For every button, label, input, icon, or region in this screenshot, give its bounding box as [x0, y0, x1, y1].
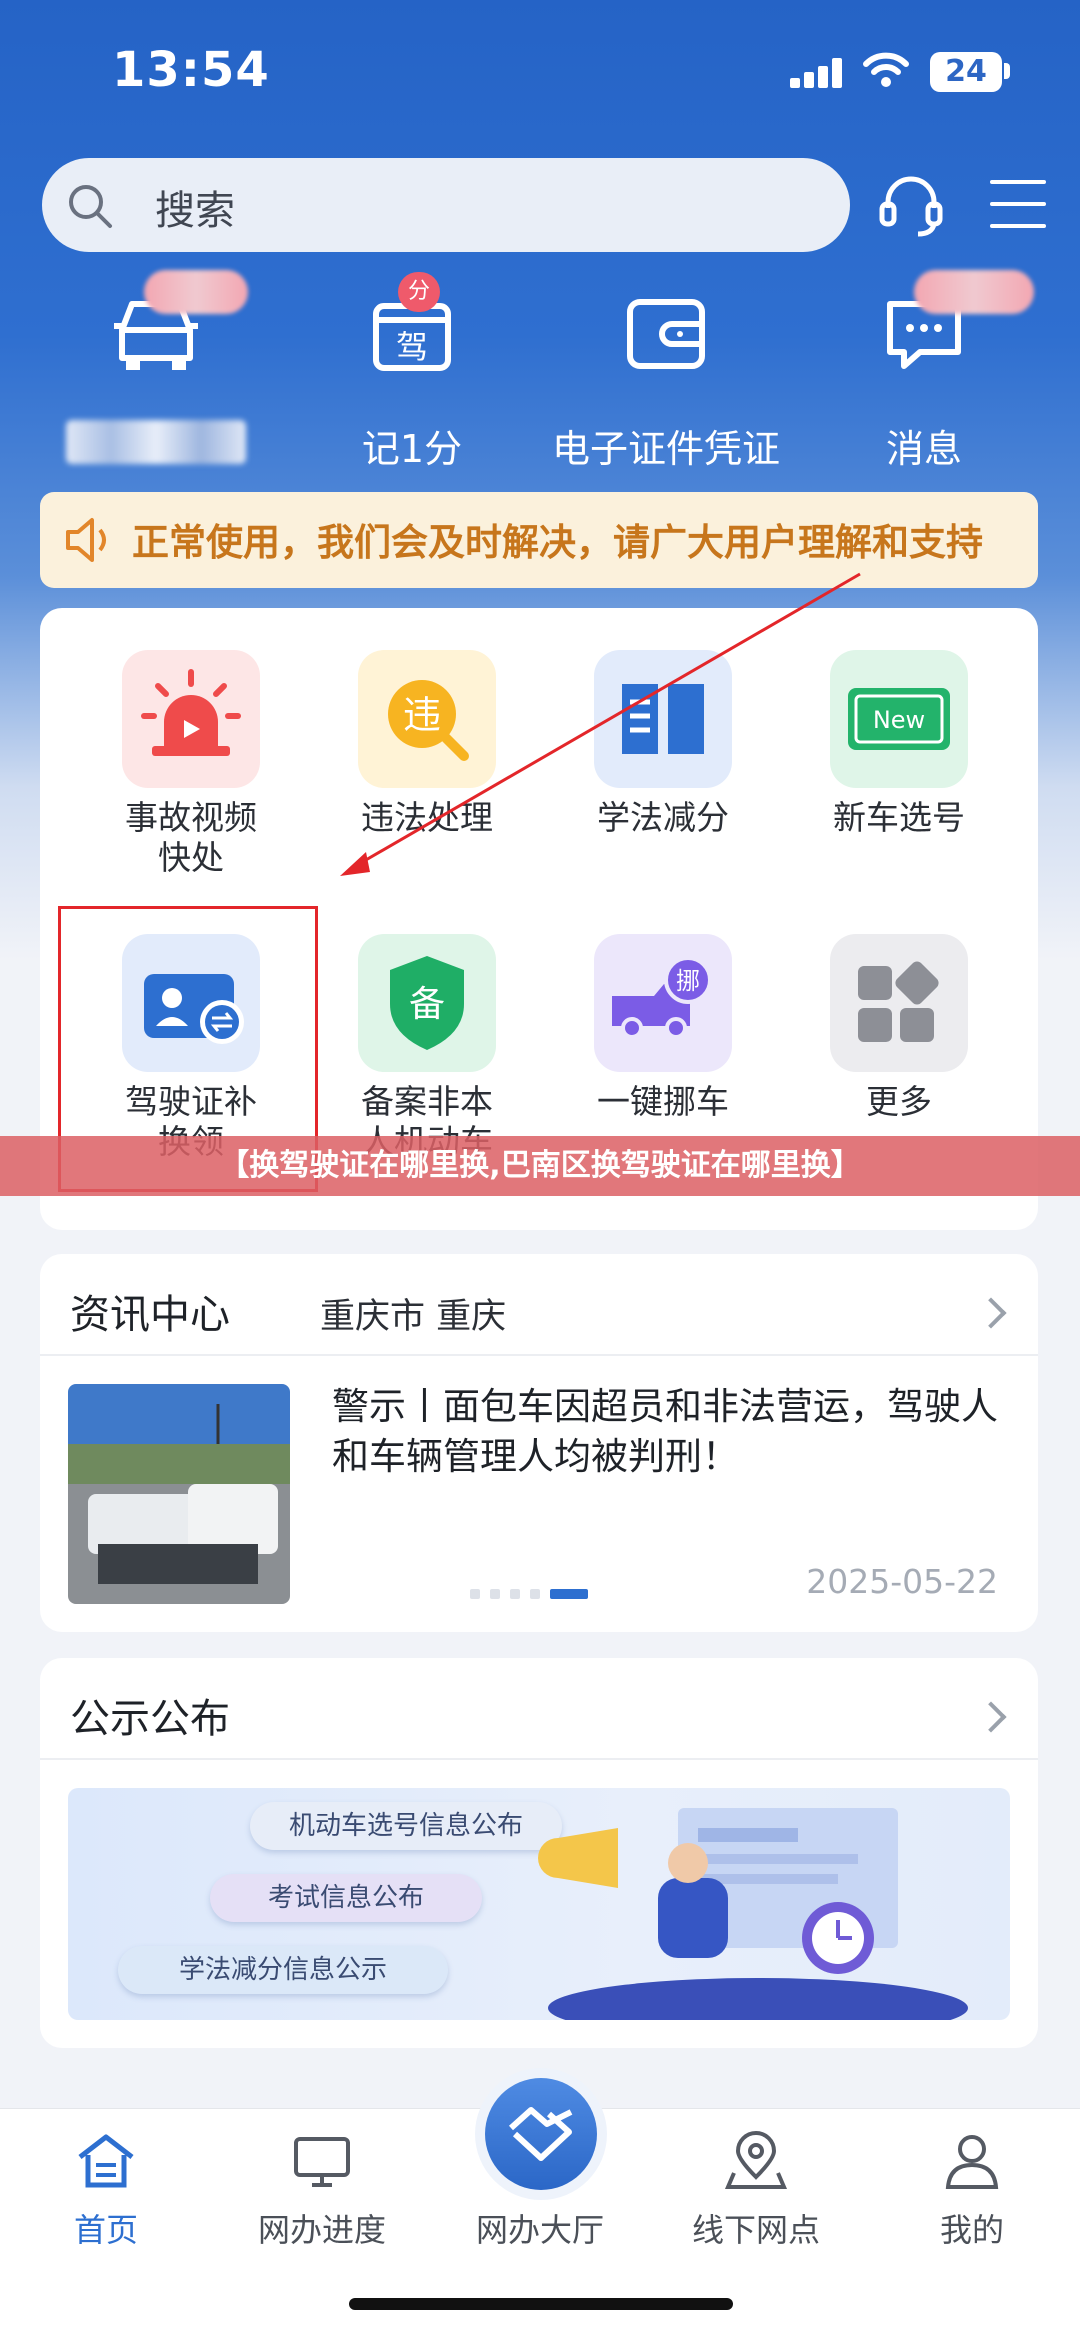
alarm-video-icon	[122, 650, 260, 788]
news-thumbnail[interactable]	[68, 1384, 290, 1604]
wifi-icon	[863, 52, 909, 87]
pill-plate-selection[interactable]: 机动车选号信息公布	[250, 1802, 562, 1850]
notification-badge	[144, 270, 248, 314]
svg-text:挪: 挪	[676, 967, 700, 995]
quick-entry-score[interactable]: 分 驾 记1分	[292, 270, 532, 471]
speaker-icon	[66, 518, 106, 562]
pill-exam-info[interactable]: 考试信息公布	[210, 1874, 482, 1922]
service-move-car[interactable]: 挪 一键挪车	[546, 934, 780, 1122]
headset-icon[interactable]	[876, 170, 946, 240]
tab-label: 我的	[939, 2211, 1004, 2249]
news-section-title: 资讯中心	[70, 1292, 230, 1338]
move-car-icon: 挪	[594, 934, 732, 1072]
status-bar: 13:54 24	[0, 0, 1080, 140]
online-hall-button[interactable]	[485, 2078, 597, 2190]
quick-entry-messages[interactable]: 消息	[804, 270, 1044, 471]
tab-home[interactable]: 首页	[6, 2129, 206, 2251]
monitor-icon	[294, 2137, 350, 2187]
tab-offline-points[interactable]: 线下网点	[656, 2129, 856, 2251]
service-study-deduct[interactable]: 学法减分	[546, 650, 780, 838]
svg-text:违: 违	[403, 693, 441, 737]
home-indicator	[349, 2298, 733, 2310]
tab-label: 首页	[73, 2211, 138, 2249]
service-label: 更多	[866, 1082, 932, 1121]
handshake-icon	[508, 2107, 573, 2161]
tab-label: 线下网点	[691, 2211, 820, 2249]
user-icon	[945, 2135, 999, 2189]
new-plate-icon: New	[830, 650, 968, 788]
home-icon	[78, 2134, 134, 2188]
service-record-vehicle[interactable]: 备 备案非本人机动车	[310, 934, 544, 1162]
announcement-card: 公示公布 机动车选号信息公布 考试信息公布 学法减分信息公示	[40, 1658, 1038, 2048]
announcement-banner[interactable]: 机动车选号信息公布 考试信息公布 学法减分信息公示	[68, 1788, 1010, 2020]
chevron-right-icon[interactable]	[975, 1701, 1007, 1733]
wallet-icon	[627, 299, 705, 369]
shield-record-icon: 备	[358, 934, 496, 1072]
notice-banner[interactable]: 正常使用，我们会及时解决，请广大用户理解和支持	[40, 492, 1038, 588]
score-badge: 分	[398, 272, 441, 312]
service-label: 学法减分	[597, 798, 729, 837]
service-more[interactable]: 更多	[782, 934, 1016, 1122]
announcement-section-title: 公示公布	[70, 1696, 230, 1742]
battery-indicator: 24	[930, 52, 1002, 92]
svg-text:驾: 驾	[396, 328, 428, 366]
chevron-right-icon[interactable]	[975, 1297, 1007, 1329]
menu-icon[interactable]	[990, 180, 1046, 228]
service-label: 违法处理	[361, 798, 493, 837]
tab-label: 网办进度	[257, 2211, 386, 2249]
announcement-illustration	[538, 1808, 968, 2020]
svg-text:备: 备	[409, 984, 445, 1025]
news-location[interactable]: 重庆市 重庆	[320, 1288, 506, 1339]
quick-entry-label: 记1分	[361, 427, 463, 471]
news-card: 资讯中心 重庆市 重庆 警示丨面包车因超员和非法营运，驾驶人和车辆管理人均被判刑…	[40, 1254, 1038, 1632]
caption-banner: 【换驾驶证在哪里换,巴南区换驾驶证在哪里换】	[0, 1136, 1080, 1196]
tab-progress[interactable]: 网办进度	[222, 2129, 422, 2251]
service-label: 事故视频快处	[125, 798, 257, 877]
service-label: 新车选号	[833, 798, 965, 837]
tab-label: 网办大厅	[475, 2211, 604, 2249]
tab-mine[interactable]: 我的	[872, 2129, 1072, 2251]
service-violation[interactable]: 违 违法处理	[310, 650, 544, 838]
service-new-plate[interactable]: New 新车选号	[782, 650, 1016, 838]
battery-tip	[1004, 63, 1010, 79]
quick-entry-vehicle[interactable]	[36, 270, 276, 470]
violation-icon: 违	[358, 650, 496, 788]
notification-badge	[914, 270, 1034, 314]
search-placeholder: 搜索	[155, 188, 235, 234]
signal-icon	[790, 58, 846, 88]
quick-entry-certificate[interactable]: 电子证件凭证	[546, 270, 786, 471]
location-icon	[724, 2131, 788, 2189]
book-icon	[594, 650, 732, 788]
carousel-dots	[470, 1584, 598, 1603]
divider	[40, 1758, 1038, 1760]
status-time: 13:54	[112, 42, 270, 98]
service-accident-video[interactable]: 事故视频快处	[74, 650, 308, 878]
service-label: 一键挪车	[597, 1082, 729, 1121]
news-headline[interactable]: 警示丨面包车因超员和非法营运，驾驶人和车辆管理人均被判刑！	[332, 1382, 1002, 1482]
divider	[40, 1354, 1038, 1356]
svg-text:New: New	[873, 706, 925, 734]
news-date: 2025-05-22	[806, 1562, 998, 1601]
score-badge-text: 分	[408, 279, 431, 304]
more-grid-icon	[830, 934, 968, 1072]
search-icon	[69, 185, 112, 228]
pill-study-deduct[interactable]: 学法减分信息公示	[118, 1946, 448, 1994]
blurred-label	[66, 420, 246, 464]
notice-text: 正常使用，我们会及时解决，请广大用户理解和支持	[132, 521, 983, 564]
quick-entry-label: 电子证件凭证	[551, 427, 780, 471]
quick-entry-label: 消息	[885, 427, 962, 471]
